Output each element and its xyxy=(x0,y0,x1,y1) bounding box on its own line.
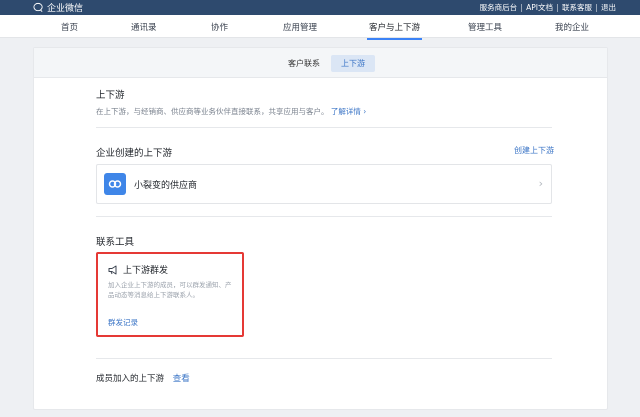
content-card: 客户联系 上下游 xyxy=(33,47,608,410)
view-link[interactable]: 查看 xyxy=(173,374,190,384)
org-name: 小裂变的供应商 xyxy=(134,178,197,191)
page-description: 在上下游，与经销商、供应商等业务伙伴直接联系，共享应用与客户。 了解详情 › xyxy=(96,106,366,117)
section-divider xyxy=(96,358,552,359)
upstream-org-row[interactable]: 小裂变的供应商 › xyxy=(96,164,552,204)
learn-more-link[interactable]: 了解详情 › xyxy=(331,107,366,116)
service-provider-link[interactable]: 服务商后台 xyxy=(480,2,518,13)
subtab-bar: 客户联系 上下游 xyxy=(34,48,607,78)
top-bar: 企业微信 服务商后台 API文档 联系客服 退出 xyxy=(0,0,640,15)
divider xyxy=(557,4,558,12)
contact-support-link[interactable]: 联系客服 xyxy=(562,2,592,13)
api-docs-link[interactable]: API文档 xyxy=(526,2,553,13)
org-logo xyxy=(104,173,126,195)
tools-section-title: 联系工具 xyxy=(96,234,134,248)
tool-card-title: 上下游群发 xyxy=(108,263,168,276)
brand-logo[interactable]: 企业微信 xyxy=(33,1,83,14)
description-text: 在上下游，与经销商、供应商等业务伙伴直接联系，共享应用与客户。 xyxy=(96,107,329,116)
member-section-title: 成员加入的上下游 xyxy=(96,374,164,384)
nav-my-enterprise[interactable]: 我的企业 xyxy=(555,21,589,33)
brand-name: 企业微信 xyxy=(47,1,83,14)
group-broadcast-card[interactable]: 上下游群发 加入企业上下游的成员，可以群发通知、产品动态等消息给上下游联系人。 … xyxy=(96,252,244,337)
tab-customer-contact[interactable]: 客户联系 xyxy=(278,55,330,72)
tool-card-title-text: 上下游群发 xyxy=(123,263,168,276)
chevron-right-icon: › xyxy=(539,177,543,190)
page-title: 上下游 xyxy=(96,87,125,101)
logout-link[interactable]: 退出 xyxy=(601,2,616,13)
nav-app-management[interactable]: 应用管理 xyxy=(283,21,317,33)
created-section-title: 企业创建的上下游 xyxy=(96,145,172,159)
nav-customers-upstream[interactable]: 客户与上下游 xyxy=(369,21,420,33)
divider xyxy=(521,4,522,12)
nav-contacts[interactable]: 通讯录 xyxy=(131,21,157,33)
section-divider xyxy=(96,127,552,128)
nav-home[interactable]: 首页 xyxy=(61,21,78,33)
section-divider xyxy=(96,216,552,217)
create-upstream-link[interactable]: 创建上下游 xyxy=(514,145,554,156)
main-nav: 首页 通讯录 协作 应用管理 客户与上下游 管理工具 我的企业 xyxy=(0,15,640,38)
broadcast-history-link[interactable]: 群发记录 xyxy=(108,317,138,328)
link-rings-icon xyxy=(108,179,122,189)
nav-collaboration[interactable]: 协作 xyxy=(211,21,228,33)
tab-upstream-downstream[interactable]: 上下游 xyxy=(331,55,375,72)
member-upstream-row: 成员加入的上下游 查看 xyxy=(96,372,190,384)
divider xyxy=(596,4,597,12)
nav-management-tools[interactable]: 管理工具 xyxy=(468,21,502,33)
tool-card-description: 加入企业上下游的成员，可以群发通知、产品动态等消息给上下游联系人。 xyxy=(108,280,234,300)
wecom-logo-icon xyxy=(33,2,44,13)
megaphone-icon xyxy=(108,265,119,275)
top-links: 服务商后台 API文档 联系客服 退出 xyxy=(480,2,616,13)
